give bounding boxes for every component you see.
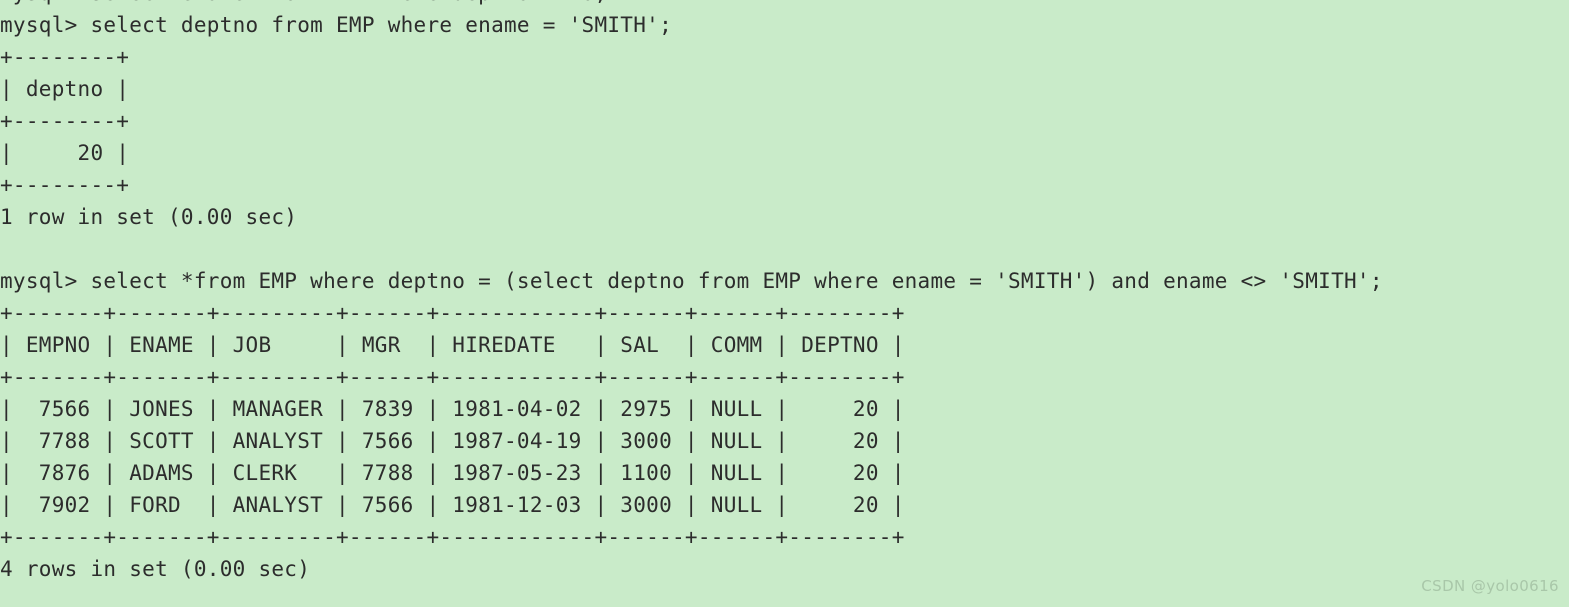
table-row: | 7566 | JONES | MANAGER | 7839 | 1981-0… (0, 397, 905, 421)
table-top-border-query-2: +-------+-------+---------+------+------… (0, 301, 905, 325)
table-row: | 7876 | ADAMS | CLERK | 7788 | 1987-05-… (0, 461, 905, 485)
table-header-separator-query-1: +--------+ (0, 109, 130, 133)
command-line-query-2[interactable]: mysql> select *from EMP where deptno = (… (0, 265, 1383, 297)
command-line-query-1[interactable]: mysql> select deptno from EMP where enam… (0, 9, 1383, 41)
table-header-separator-query-2: +-------+-------+---------+------+------… (0, 365, 905, 389)
table-row: | 20 | (0, 141, 130, 165)
table-row: | 7788 | SCOTT | ANALYST | 7566 | 1987-0… (0, 429, 905, 453)
table-top-border-query-1: +--------+ (0, 45, 130, 69)
blank-separator-line (0, 233, 1383, 265)
mysql-terminal-window[interactable]: mysql> select ename from EMP where deptn… (0, 0, 1569, 607)
status-line-query-1: 1 row in set (0.00 sec) (0, 205, 298, 229)
table-row: | 7902 | FORD | ANALYST | 7566 | 1981-12… (0, 493, 905, 517)
status-line-query-2: 4 rows in set (0.00 sec) (0, 557, 311, 581)
terminal-screen: mysql> select ename from EMP where deptn… (0, 0, 1383, 585)
table-bottom-border-query-2: +-------+-------+---------+------+------… (0, 525, 905, 549)
table-header-row-query-2: | EMPNO | ENAME | JOB | MGR | HIREDATE |… (0, 333, 905, 357)
table-bottom-border-query-1: +--------+ (0, 173, 130, 197)
csdn-watermark: CSDN @yolo0616 (1421, 577, 1559, 595)
table-header-row-query-1: | deptno | (0, 77, 130, 101)
clipped-previous-line: mysql> select ename from EMP where deptn… (0, 0, 1383, 9)
